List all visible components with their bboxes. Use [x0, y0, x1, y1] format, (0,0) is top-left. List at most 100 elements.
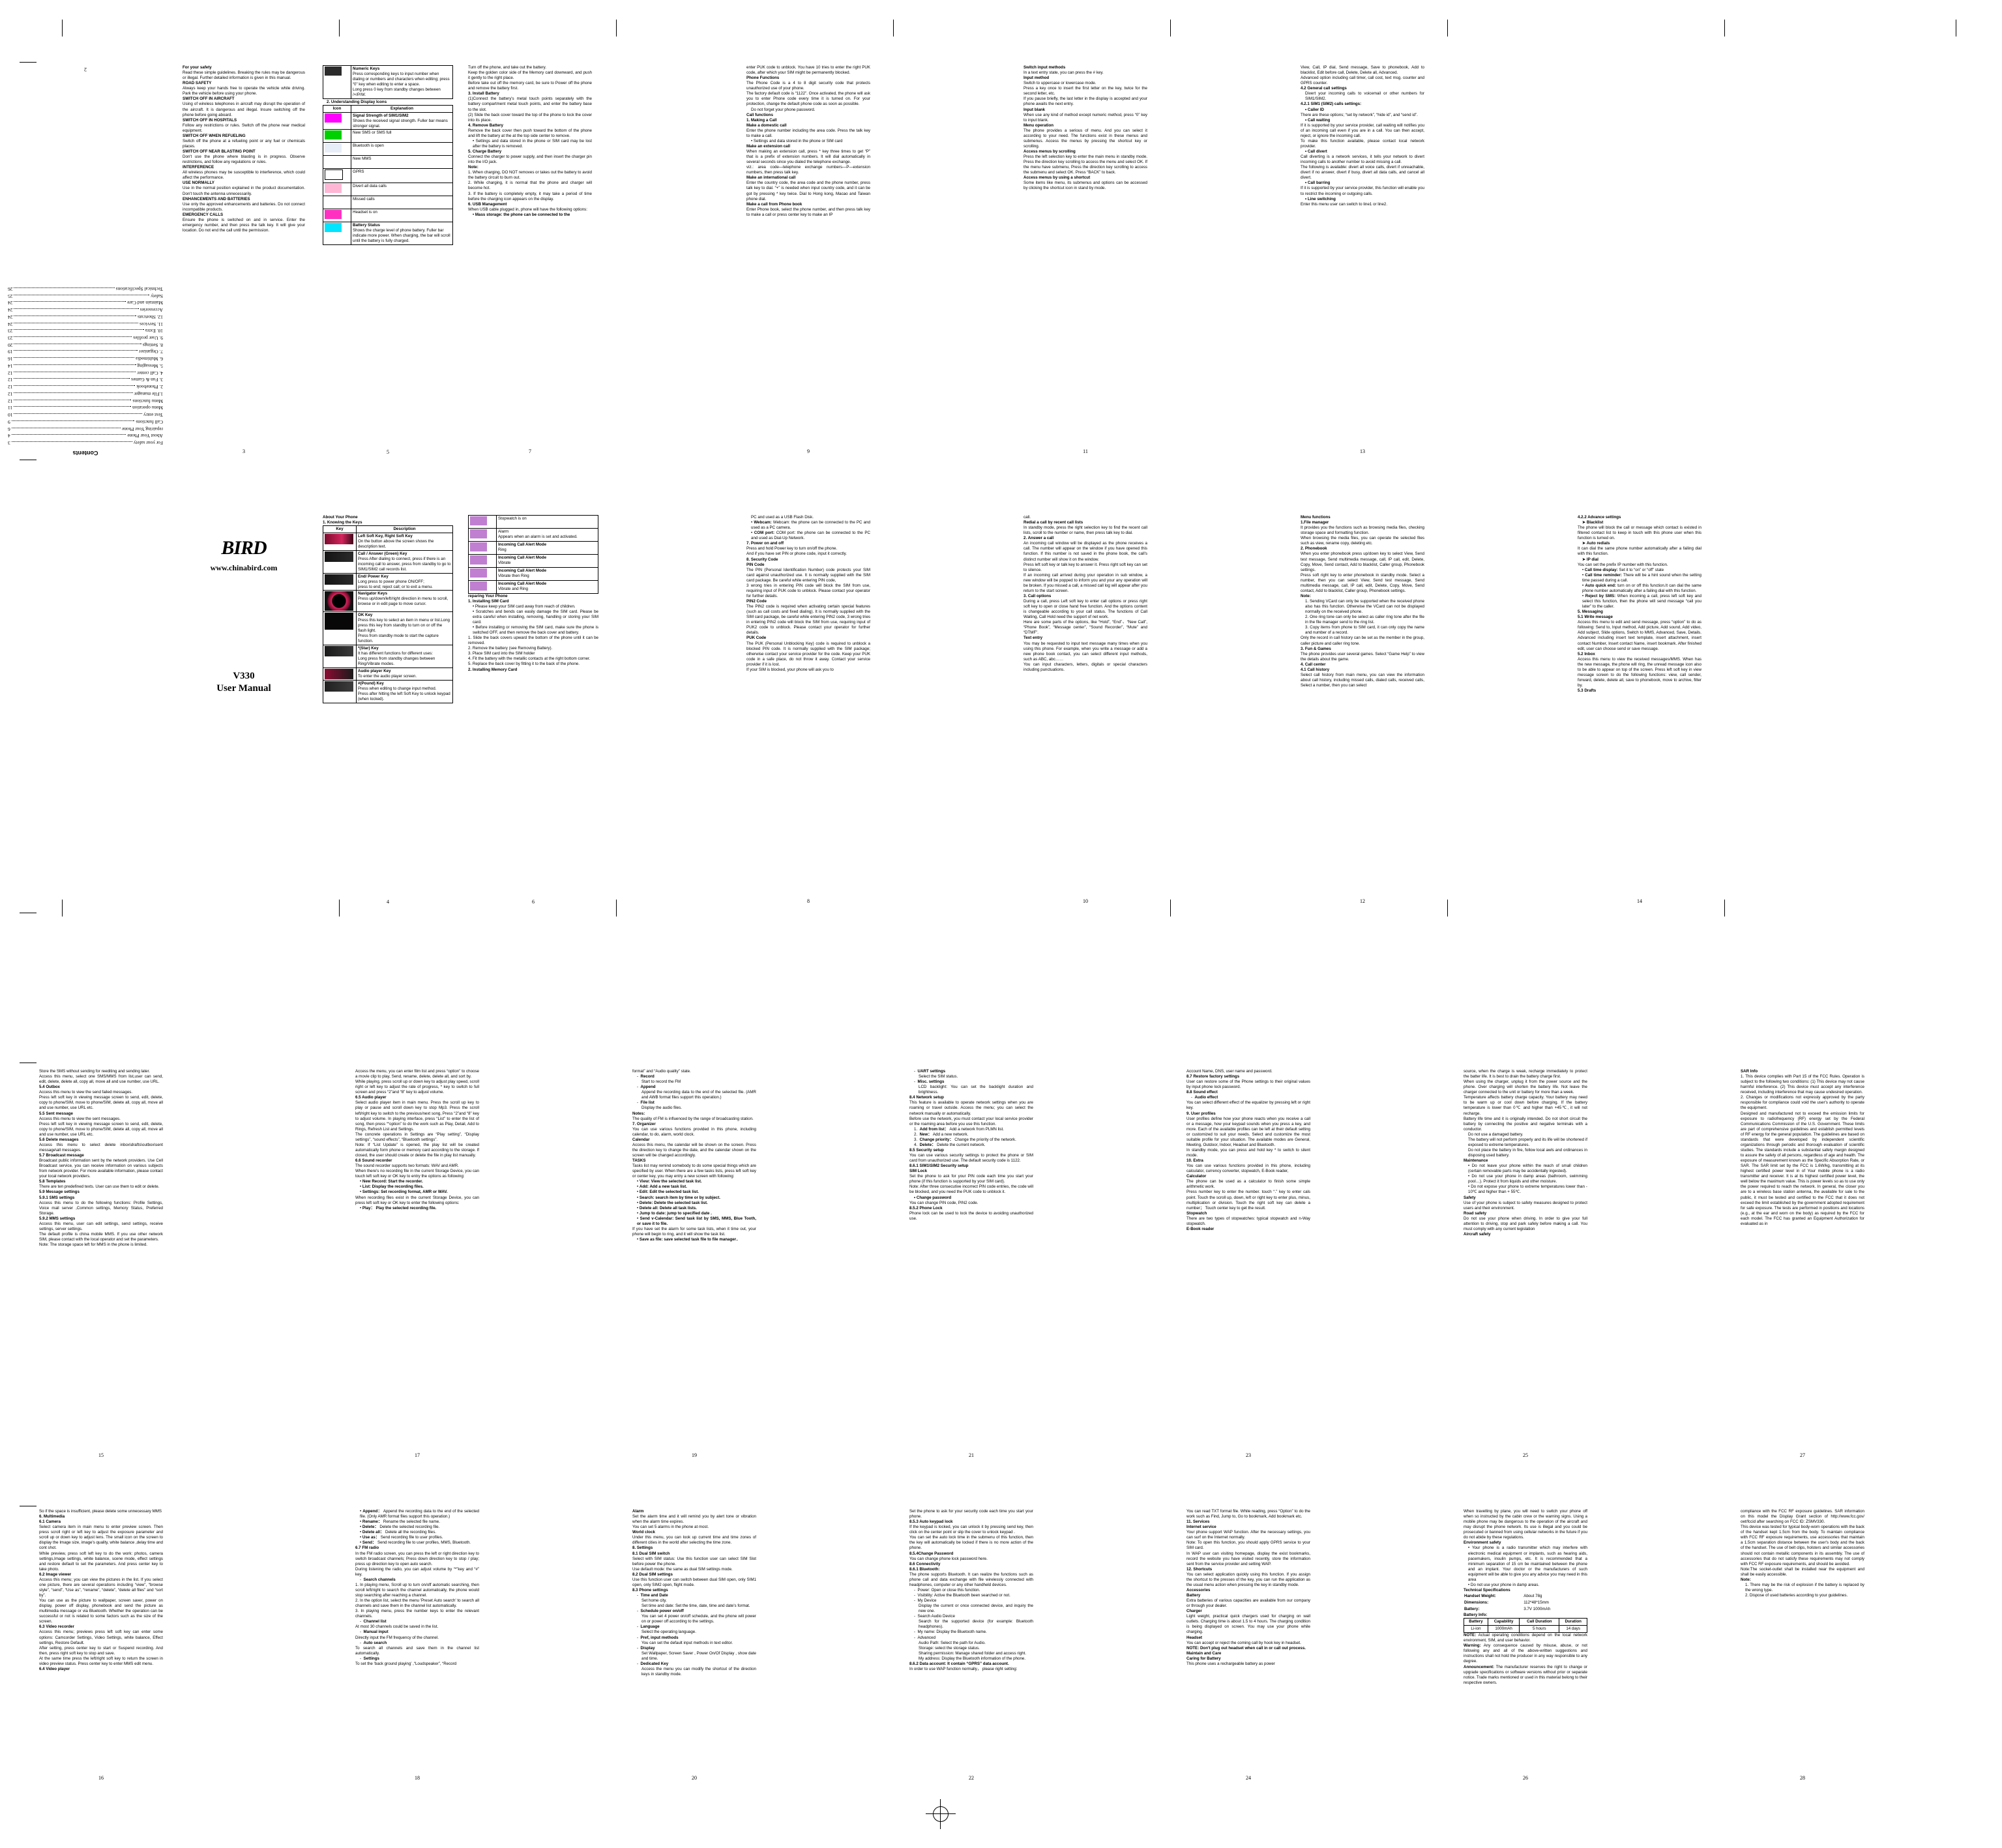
toc-leader-dots [11, 420, 135, 421]
paragraph: Do not forget your phone password. [751, 107, 816, 112]
heading: 5.6 Delete messages [39, 1137, 79, 1142]
paragraph: Note: After three consecutive incorrect … [909, 1184, 1033, 1195]
toc-leader-dots [14, 315, 136, 316]
phone-key-image-6 [325, 646, 353, 657]
paragraph: If the keypad is locked, you can unlock … [909, 1525, 1033, 1535]
icon-explanation: GPRS [351, 168, 453, 184]
toc-entry[interactable]: Technical Specifications 26 [8, 285, 163, 292]
paragraph: You can input characters, letters, digit… [1023, 662, 1147, 672]
toc-entry[interactable]: repairing Your Phone 6 [8, 425, 163, 432]
page-number: 14 [1637, 898, 1642, 904]
toc-leader-dots [14, 308, 139, 310]
crop-mark [20, 62, 37, 63]
paragraph: Access this menu to view the send failed… [39, 1090, 133, 1095]
battery-icon [325, 223, 342, 232]
list-item: • Rename： Rename the selected file name. [360, 1519, 440, 1525]
heading: 8.2 Dual SIM settings [632, 1572, 673, 1577]
paragraph: To make this function available, please … [1301, 138, 1424, 149]
paragraph: When travelling by plane, you will need … [1464, 1509, 1587, 1540]
alert-vibrate-icon [470, 555, 487, 565]
toc-entry[interactable]: 4. Call center 12 [8, 369, 163, 376]
paragraph: NOTE: Actual operating conditions depend… [1464, 1633, 1587, 1643]
toc-entry-page: 24 [8, 307, 13, 314]
key-body: Press After dialing to connect, press if… [358, 556, 451, 572]
toc-entry[interactable]: Menu operation 11 [8, 404, 163, 411]
list-item: • Delete： Delete the selected recording … [360, 1525, 440, 1530]
toc-entry[interactable]: Safety 25 [8, 292, 163, 299]
toc-leader-dots [11, 434, 126, 435]
list-item: - Power: Open or close this function. [914, 1587, 980, 1592]
bullet: • Settings and data stored in the phone … [473, 138, 592, 149]
paragraph: Phone lock can be used to lock the devic… [909, 1210, 1033, 1221]
heading: Environment safety [1464, 1540, 1501, 1546]
toc-entry[interactable]: Menu functions 12 [8, 397, 163, 404]
table-row: Navigator Keys Press up/down/left/right d… [323, 590, 453, 613]
toc-entry[interactable]: 8. Settings 20 [8, 341, 163, 348]
paragraph: Announcement: The manufacturer reserves … [1464, 1664, 1587, 1685]
paragraph: Press a key once to insert the first let… [1023, 86, 1147, 96]
safety-section-body: Ensure the phone is switched on and in s… [183, 217, 305, 233]
spec-table: Handset Weight: About 78g Dimensions: 112*4… [1464, 1593, 1587, 1613]
paragraph: You can set the auto lock time in the su… [909, 1535, 1033, 1551]
heading: 5.8 Templates [39, 1179, 66, 1184]
toc-entry-page: 12 [8, 390, 13, 397]
paragraph: To set the ‘back ground playing’ ,“Louds… [355, 1661, 457, 1666]
safety-section-heading: SWITCH OFF WHEN REFUELING [183, 133, 246, 138]
toc-entry[interactable]: 7. Organizer 19 [8, 348, 163, 355]
toc-entry[interactable]: 3. Fun & Games 12 [8, 376, 163, 383]
alert-vibrate-and-ring-icon [470, 581, 487, 591]
page-17-audio-player: Access the menu, you can enter film list… [355, 1069, 479, 1460]
paragraph: Display the current or once connected de… [919, 1604, 1033, 1614]
heading: 5.2 Inbox [1578, 651, 1595, 656]
list-item: - Display [637, 1645, 655, 1650]
toc-entry[interactable]: Accessories 24 [8, 306, 163, 313]
page-number: 25 [1523, 1452, 1528, 1458]
toc-entry[interactable]: 12. Shortcuts 24 [8, 313, 163, 320]
toc-entry[interactable]: Text entry 10 [8, 411, 163, 418]
paragraph: You can read TXT format file. While read… [1186, 1509, 1310, 1519]
paragraph: Your phone support WAP function. After t… [1186, 1530, 1310, 1540]
paragraph: Temperature affects battery charge capac… [1464, 1095, 1587, 1116]
paragraph: 1. This device complies with Part 15 of … [1741, 1074, 1864, 1095]
toc-entry[interactable]: Call functions 9 [8, 418, 163, 425]
page-27-sar-info: SAR Info 1. This device complies with Pa… [1741, 1069, 1864, 1460]
toc-entry[interactable]: 6. Multimedia 16 [8, 355, 163, 362]
list-item: - Pref, input methods [637, 1635, 679, 1640]
paragraph: Enter the country code, the area code an… [746, 181, 870, 201]
toc-entry[interactable]: Maintain and Care 24 [8, 299, 163, 306]
toc-entry[interactable]: 10. Extra 23 [8, 327, 163, 334]
list-item: • Search: search item by time or by subj… [637, 1195, 721, 1200]
toc-entry[interactable]: 2. Phonebook 12 [8, 383, 163, 390]
heading: ➤ Auto redials [1582, 541, 1610, 546]
page-6-preparing-phone: Stopwatch is on Alarm Appears when an alar… [468, 515, 598, 906]
heading: 4.2.1 SIM1 (SIM2) calls settings: [1301, 102, 1362, 107]
list-item: • Change password [914, 1195, 952, 1200]
heading: 9. User profiles [1186, 1111, 1216, 1116]
paragraph: 4. Fit the battery with the metallic con… [468, 656, 591, 662]
toc-entry-label: Menu operation [132, 405, 163, 411]
bullet: • Scratches and bends can easily damage … [473, 609, 599, 624]
paragraph: Extra batteries of various capacities ar… [1186, 1598, 1310, 1609]
keys-table: Key Description Left Soft Key, Right Sof… [323, 525, 453, 703]
paragraph: You can use as the picture to wallpaper,… [39, 1598, 163, 1624]
key-description: End/ Power Key Long press to power phone … [356, 572, 453, 591]
toc-entry[interactable]: 11. Services 24 [8, 320, 163, 327]
paragraph: Access this menu; previews press left so… [39, 1630, 163, 1645]
toc-entry[interactable]: For your safety 3 [8, 439, 163, 446]
key-body: Press after hitting the left Soft Key to… [358, 691, 450, 701]
toc-entry[interactable]: 1.File manager 12 [8, 390, 163, 397]
paragraph: You can accept or reject the coming call… [1186, 1640, 1301, 1645]
toc-entry-label: Maintain and Care [126, 300, 163, 306]
heading: Road safety [1464, 1210, 1487, 1216]
heading: 6. USB Management [468, 201, 507, 207]
key-body: To enter the audio player screen. [358, 673, 417, 679]
list-item: - Schedule power on/off [637, 1609, 684, 1614]
toc-entry[interactable]: 9. User profiles 23 [8, 334, 163, 341]
list-item: • Delete all: Delete all task lists. [637, 1205, 697, 1210]
table-row: Left Soft Key, Right Soft Key On the butt… [323, 533, 453, 551]
toc-entry[interactable]: About Your Phone 4 [8, 432, 163, 439]
heading: SAR Info [1741, 1069, 1758, 1074]
toc-entry[interactable]: 5. Messaging 14 [8, 362, 163, 369]
heading: Redial a call by recent call lists [1023, 520, 1083, 525]
page-number: 9 [807, 448, 810, 454]
